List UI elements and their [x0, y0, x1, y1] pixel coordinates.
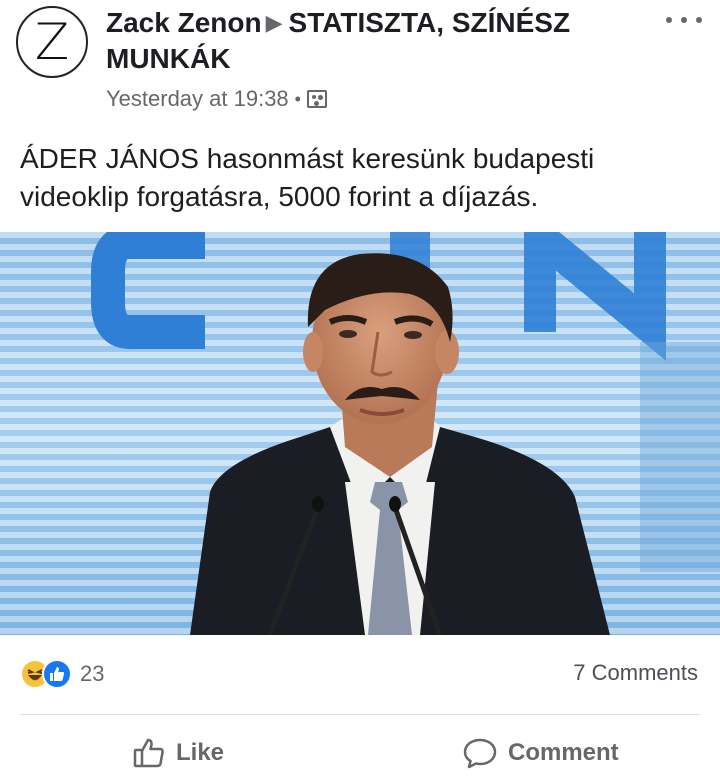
comment-button[interactable]: Comment: [462, 726, 619, 780]
comments-count-link[interactable]: 7 Comments: [573, 660, 698, 686]
like-button-label: Like: [176, 739, 225, 766]
post-photo[interactable]: [0, 232, 720, 635]
like-button[interactable]: Like: [132, 726, 224, 780]
thumbs-up-outline-icon: [133, 738, 164, 768]
post-title: Zack Zenon ▶ STATISZTA, SZÍNÉSZ MUNKÁK: [106, 6, 646, 76]
post-photo-image: [0, 232, 720, 635]
more-dot: [666, 17, 672, 23]
arrow-right-icon: ▶: [265, 10, 283, 35]
thumbs-up-icon: [50, 667, 65, 681]
group-icon: [306, 90, 327, 108]
more-options-icon[interactable]: [666, 10, 702, 30]
reaction-summary[interactable]: 23: [20, 656, 104, 692]
more-dot: [696, 17, 702, 23]
author-avatar[interactable]: Z: [16, 6, 88, 78]
comment-bubble-icon: [463, 738, 497, 769]
reaction-count: 23: [80, 661, 105, 686]
meta-separator: •: [294, 88, 301, 109]
more-dot: [681, 17, 687, 23]
post-header: Z Zack Zenon ▶ STATISZTA, SZÍNÉSZ MUNKÁK Y…: [0, 0, 720, 120]
comment-button-label: Comment: [508, 739, 619, 766]
post-text: ÁDER JÁNOS hasonmást keresünk budapesti …: [20, 140, 710, 216]
post-text-line: videoklip forgatásra, 5000 forint a díja…: [20, 181, 539, 212]
post-meta: Yesterday at 19:38 •: [106, 84, 327, 114]
post-text-line: ÁDER JÁNOS hasonmást keresünk budapesti: [20, 143, 595, 174]
action-divider: [20, 714, 700, 715]
post-actions: Like Comment: [0, 726, 720, 780]
author-name[interactable]: Zack Zenon: [106, 7, 262, 38]
post-timestamp[interactable]: Yesterday at 19:38: [106, 86, 289, 112]
like-reaction-icon: [42, 659, 72, 689]
avatar-initial: Z: [34, 13, 70, 71]
